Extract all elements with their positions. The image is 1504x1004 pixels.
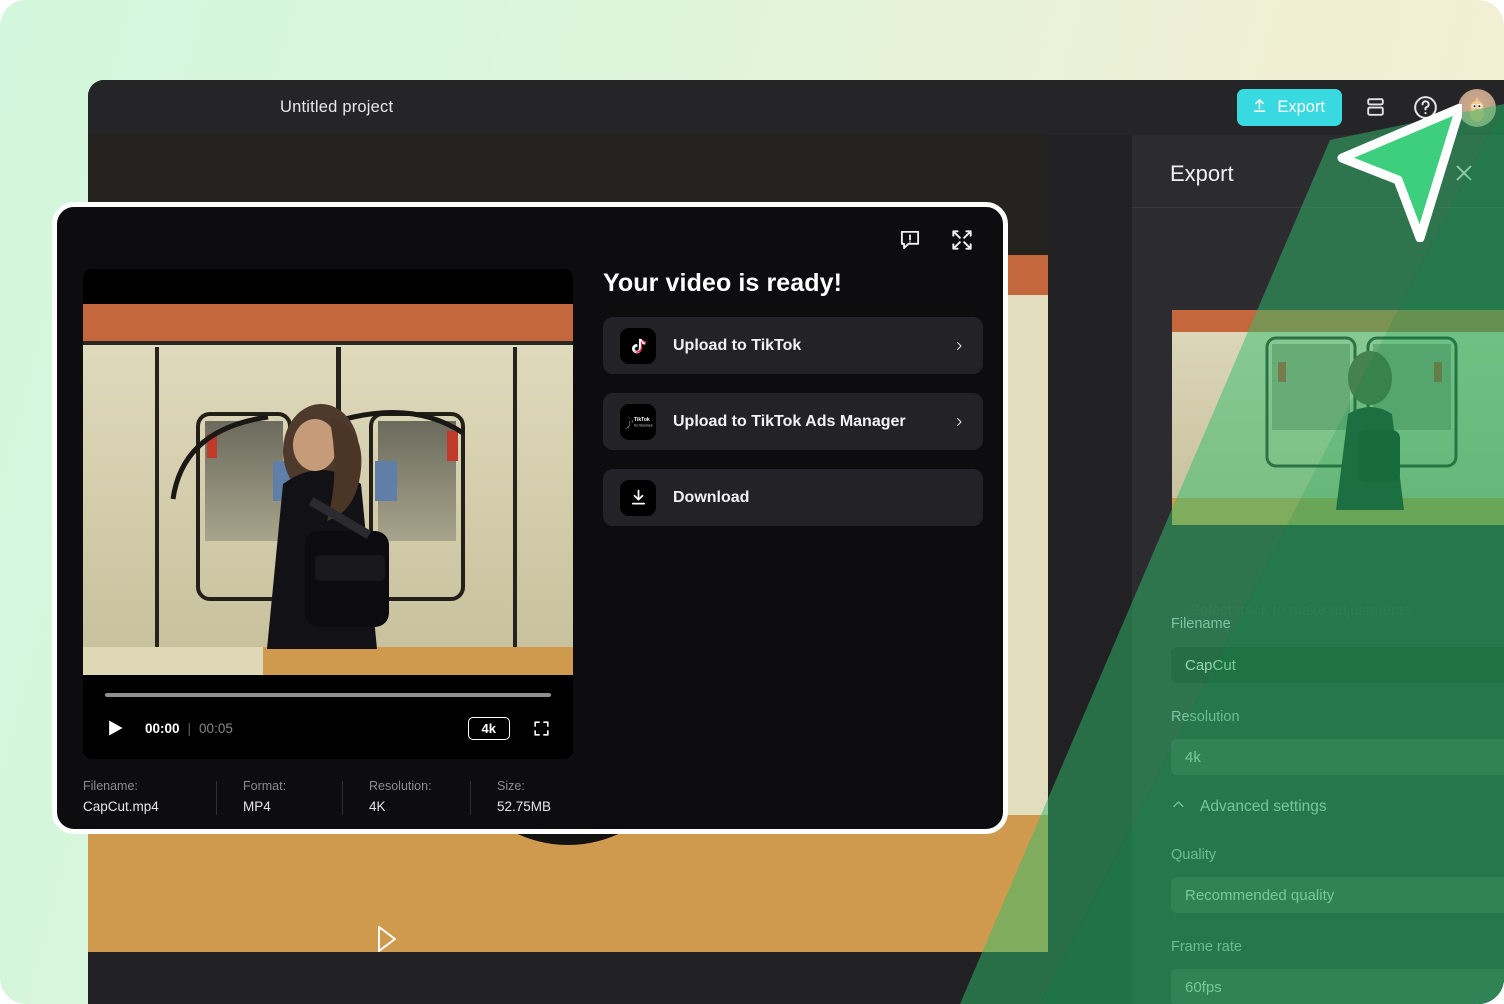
framerate-label: Frame rate bbox=[1171, 939, 1242, 955]
modal-tool-buttons bbox=[897, 227, 975, 253]
help-circle-icon[interactable] bbox=[1408, 91, 1442, 125]
export-panel-header: Export bbox=[1132, 135, 1504, 208]
svg-text:TikTok: TikTok bbox=[634, 417, 650, 423]
export-preview-thumbnail bbox=[1172, 310, 1504, 525]
action-label: Upload to TikTok Ads Manager bbox=[673, 412, 906, 430]
play-icon[interactable] bbox=[105, 718, 125, 738]
framerate-value: 60fps bbox=[1185, 978, 1222, 996]
quality-select[interactable]: Recommended quality bbox=[1171, 877, 1504, 913]
quality-value: Recommended quality bbox=[1185, 886, 1335, 904]
metadata-item: Resolution: 4K bbox=[343, 779, 471, 815]
filename-input[interactable]: CapCut bbox=[1171, 647, 1504, 683]
upload-to-tiktok-button[interactable]: Upload to TikTok bbox=[603, 317, 983, 374]
filename-label: Filename bbox=[1171, 616, 1231, 632]
current-time: 00:00 bbox=[145, 720, 180, 736]
tiktok-icon bbox=[620, 327, 656, 364]
download-icon bbox=[620, 479, 656, 516]
avatar[interactable] bbox=[1458, 88, 1496, 127]
project-title[interactable]: Untitled project bbox=[280, 98, 393, 117]
resolution-badge[interactable]: 4k bbox=[467, 716, 510, 740]
collapse-icon[interactable] bbox=[949, 227, 975, 253]
metadata-key: Filename: bbox=[83, 779, 138, 793]
export-metadata-row: Filename: CapCut.mp4 Format: MP4 Resolut… bbox=[83, 779, 573, 815]
download-button[interactable]: Download bbox=[603, 469, 983, 526]
layout-icon[interactable] bbox=[1358, 91, 1392, 125]
ready-heading: Your video is ready! bbox=[603, 269, 843, 297]
upload-to-tiktok-ads-manager-button[interactable]: TikTok for Business Upload to TikTok Ads… bbox=[603, 393, 983, 450]
video-preview-card: 00:00 | 00:05 4k bbox=[83, 269, 573, 759]
metadata-item: Format: MP4 bbox=[217, 779, 343, 815]
metadata-value: 4K bbox=[369, 799, 386, 814]
metadata-value: MP4 bbox=[243, 799, 271, 814]
player-control-row: 00:00 | 00:05 4k bbox=[105, 711, 551, 745]
export-panel-title: Export bbox=[1170, 161, 1234, 186]
filename-value: CapCut bbox=[1185, 656, 1236, 674]
framerate-select[interactable]: 60fps bbox=[1171, 969, 1504, 1004]
fullscreen-icon[interactable] bbox=[532, 719, 551, 738]
export-panel: Export Filename CapCut Resolution 4k Adv… bbox=[1132, 135, 1504, 1004]
resolution-select[interactable]: 4k bbox=[1171, 739, 1504, 775]
export-button-label: Export bbox=[1277, 98, 1325, 116]
metadata-item: Filename: CapCut.mp4 bbox=[83, 779, 217, 815]
action-label: Upload to TikTok bbox=[673, 336, 802, 354]
resolution-label: Resolution bbox=[1171, 709, 1240, 725]
metadata-key: Resolution: bbox=[369, 779, 432, 793]
advanced-settings-toggle[interactable]: Advanced settings bbox=[1171, 797, 1327, 817]
action-label: Download bbox=[673, 488, 750, 506]
player-controls: 00:00 | 00:05 4k bbox=[83, 675, 573, 759]
time-separator: | bbox=[187, 720, 192, 736]
video-frame[interactable] bbox=[83, 269, 573, 701]
quality-label: Quality bbox=[1171, 847, 1217, 863]
video-ready-modal: 00:00 | 00:05 4k Filename: CapCut.mp4 Fo… bbox=[52, 202, 1008, 834]
metadata-key: Format: bbox=[243, 779, 287, 793]
metadata-value: 52.75MB bbox=[497, 799, 552, 814]
metadata-key: Size: bbox=[497, 779, 525, 793]
page-root: Untitled project Export Export Filename … bbox=[0, 0, 1504, 1004]
play-outline-icon[interactable] bbox=[374, 924, 400, 954]
upload-icon bbox=[1251, 97, 1268, 119]
metadata-value: CapCut.mp4 bbox=[83, 799, 159, 814]
feedback-icon[interactable] bbox=[897, 227, 923, 253]
tiktok-business-icon: TikTok for Business bbox=[620, 403, 656, 440]
progress-slider[interactable] bbox=[105, 693, 551, 697]
chevron-right-icon bbox=[953, 336, 965, 356]
toolbar-actions: Export bbox=[1237, 88, 1496, 127]
resolution-value: 4k bbox=[1185, 748, 1201, 766]
chevron-right-icon bbox=[953, 412, 965, 432]
advanced-settings-label: Advanced settings bbox=[1200, 798, 1327, 815]
chevron-up-icon bbox=[1171, 797, 1186, 817]
modal-actions-column: Your video is ready! Upload to TikTok Ti… bbox=[603, 269, 983, 526]
close-icon[interactable] bbox=[1450, 159, 1478, 187]
export-button[interactable]: Export bbox=[1237, 89, 1342, 126]
total-time: 00:05 bbox=[199, 720, 233, 736]
metadata-item: Size: 52.75MB bbox=[471, 779, 551, 814]
svg-text:for Business: for Business bbox=[634, 423, 653, 427]
top-toolbar: Untitled project Export bbox=[88, 80, 1504, 135]
